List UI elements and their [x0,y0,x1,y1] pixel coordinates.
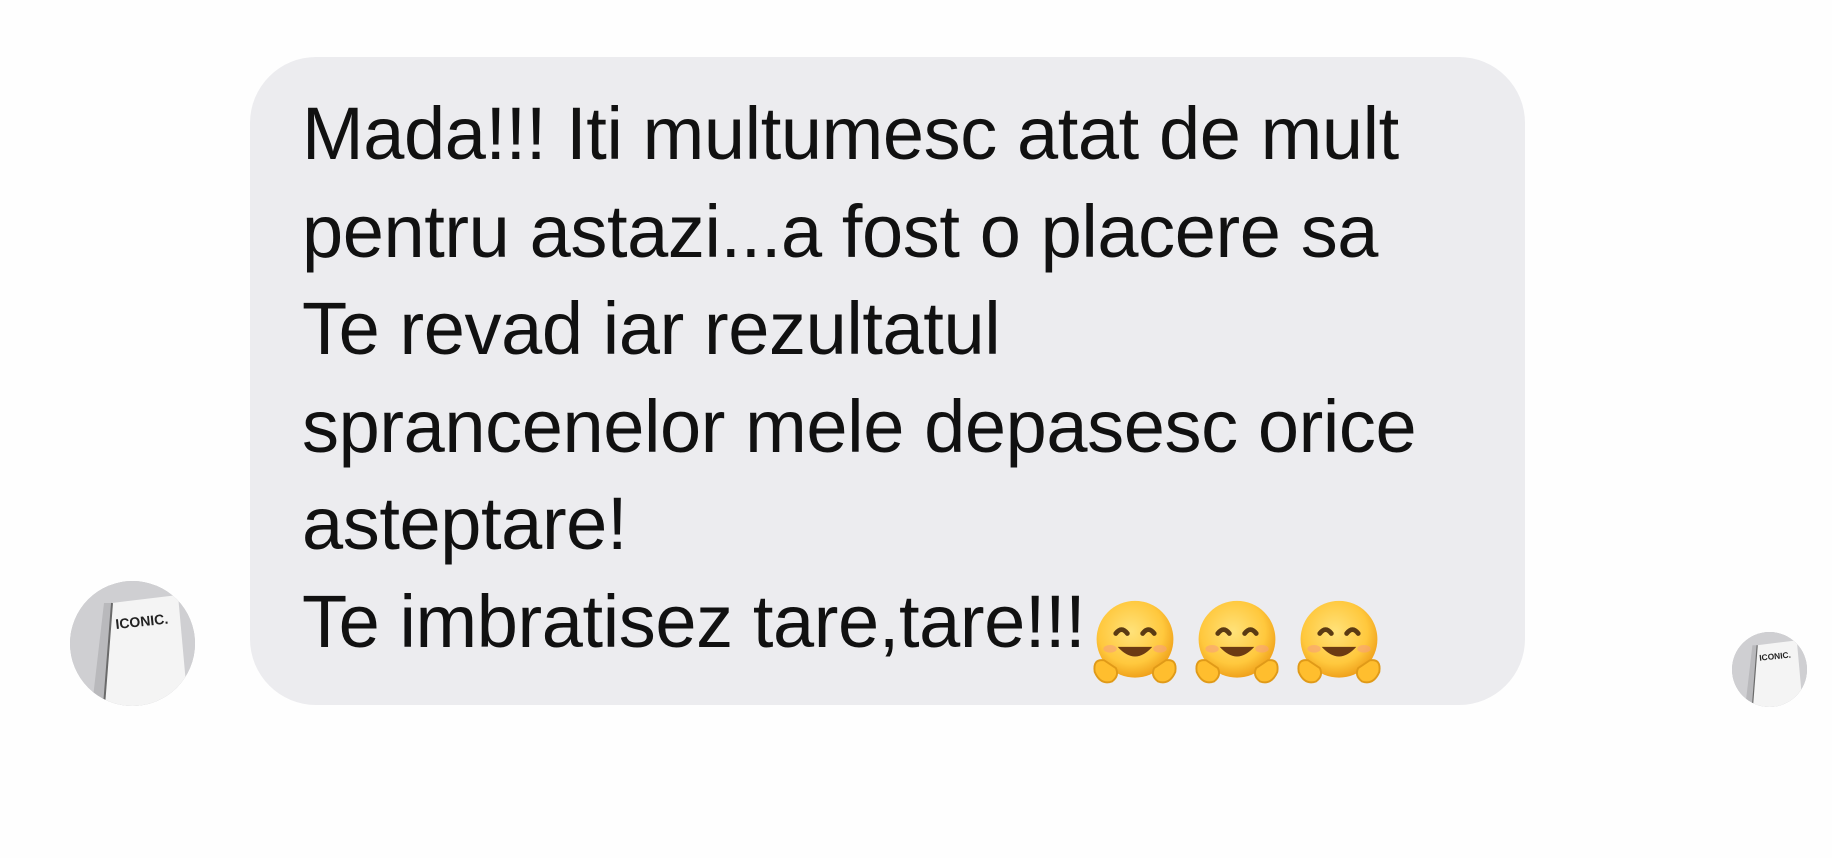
hugging-face-icon [1297,600,1381,684]
hugging-face-icon [1195,600,1279,684]
sender-avatar[interactable]: ICONIC. [70,581,195,706]
message-line-6-text: Te imbratisez tare,tare!!! [302,579,1086,663]
chat-view: ICONIC. Mada!!! Iti multumesc atat de mu… [0,0,1832,858]
message-line-1: Mada!!! Iti multumesc atat de mult [302,92,1399,175]
emoji-group [1087,591,1393,693]
avatar-image: ICONIC. [70,581,195,706]
message-line-5: asteptare! [302,482,628,565]
message-line-4: sprancenelor mele depasesc orice [302,384,1417,468]
read-receipt-avatar[interactable]: ICONIC. [1732,632,1807,707]
message-line-6: Te imbratisez tare,tare!!! [302,573,1485,693]
message-bubble[interactable]: Mada!!! Iti multumesc atat de mult pentr… [250,57,1525,705]
hugging-face-icon [1093,600,1177,684]
message-line-3: Te revad iar rezultatul [302,287,1001,370]
message-line-2: pentru astazi...a fost o placere sa [302,189,1379,273]
read-receipt-image: ICONIC. [1732,632,1807,707]
